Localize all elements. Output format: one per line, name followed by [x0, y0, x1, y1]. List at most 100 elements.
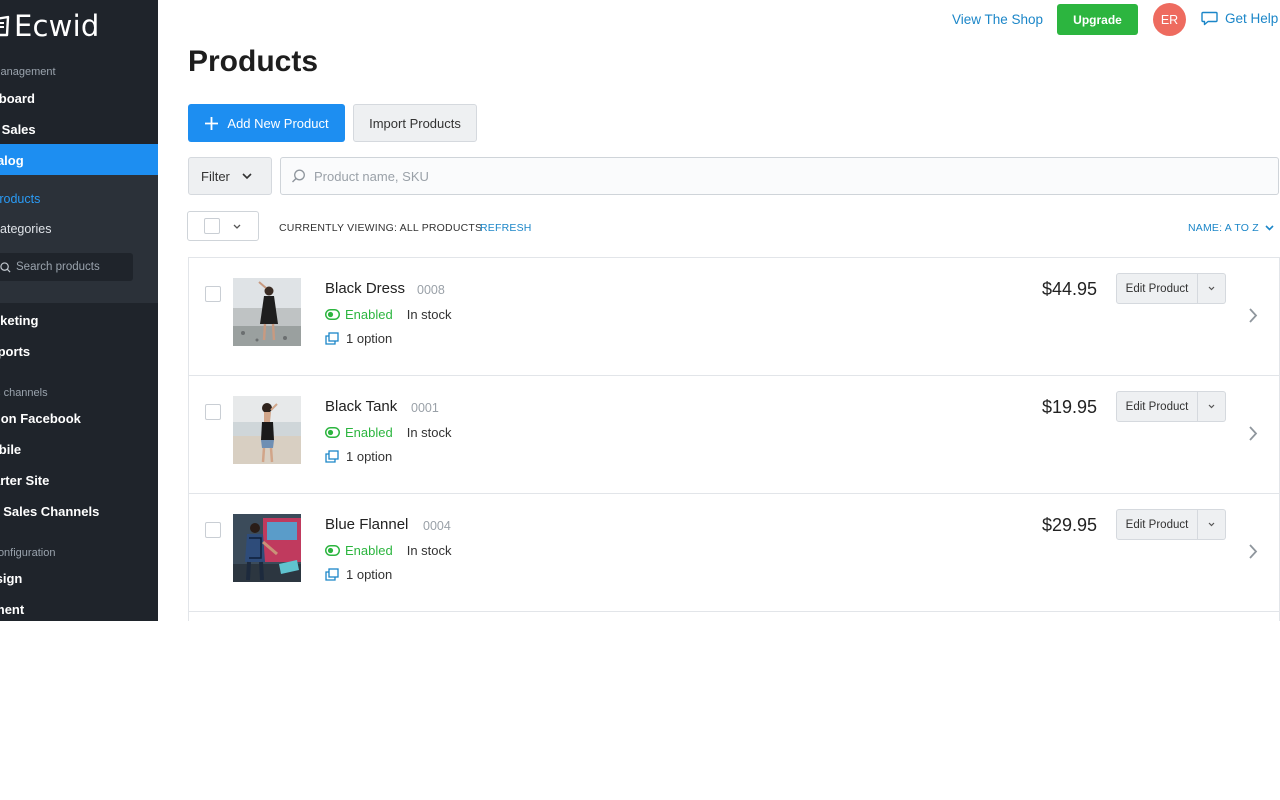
toggle-on-icon[interactable]	[325, 545, 340, 556]
sidebar-item-my-sales[interactable]: My Sales	[0, 122, 36, 137]
product-row[interactable]: Black Dress 0008 Enabled In stock 1 opti…	[189, 258, 1279, 376]
row-checkbox[interactable]	[205, 522, 221, 538]
product-status: Enabled In stock	[325, 307, 452, 322]
edit-product-group: Edit Product	[1116, 509, 1226, 540]
row-checkbox[interactable]	[205, 286, 221, 302]
product-sku: 0004	[423, 519, 451, 533]
edit-product-button[interactable]: Edit Product	[1116, 509, 1198, 540]
product-thumbnail[interactable]	[233, 396, 301, 464]
options-copy-icon	[325, 332, 339, 345]
product-row-partial	[189, 612, 1279, 621]
sidebar-section-sales-channels: Sales channels	[0, 387, 48, 399]
product-options: 1 option	[325, 567, 392, 582]
product-name[interactable]: Black Dress	[325, 280, 405, 297]
edit-product-dropdown[interactable]	[1198, 509, 1226, 540]
avatar[interactable]: ER	[1153, 3, 1186, 36]
product-thumbnail[interactable]	[233, 278, 301, 346]
view-shop-link[interactable]: View The Shop	[952, 12, 1043, 27]
chevron-down-icon	[1208, 522, 1215, 527]
sidebar-subitem-categories[interactable]: Categories	[0, 222, 51, 236]
chevron-right-icon[interactable]	[1248, 307, 1258, 324]
status-enabled: Enabled	[345, 543, 393, 558]
chevron-right-icon[interactable]	[1248, 543, 1258, 560]
edit-product-button[interactable]: Edit Product	[1116, 273, 1198, 304]
sort-label: NAME: A TO Z	[1188, 222, 1259, 234]
select-all-dropdown[interactable]	[187, 211, 259, 241]
plus-icon	[205, 116, 219, 130]
chevron-down-icon	[1265, 225, 1274, 231]
stock-status: In stock	[406, 425, 452, 440]
edit-product-group: Edit Product	[1116, 273, 1226, 304]
product-status: Enabled In stock	[325, 425, 452, 440]
sidebar-search-placeholder: Search products	[16, 261, 100, 273]
toggle-on-icon[interactable]	[325, 309, 340, 320]
sidebar-item-sell-on-facebook[interactable]: Sell on Facebook	[0, 411, 81, 426]
get-help-link[interactable]: Get Help	[1201, 11, 1278, 26]
status-enabled: Enabled	[345, 307, 393, 322]
product-sku: 0001	[411, 401, 439, 415]
product-row[interactable]: Black Tank 0001 Enabled In stock 1 optio…	[189, 376, 1279, 494]
product-list: Black Dress 0008 Enabled In stock 1 opti…	[188, 257, 1280, 621]
brand[interactable]: Ecwid	[0, 9, 99, 43]
edit-product-dropdown[interactable]	[1198, 391, 1226, 422]
options-count: 1 option	[346, 331, 393, 346]
upgrade-button[interactable]: Upgrade	[1057, 4, 1138, 35]
sidebar-item-design[interactable]: Design	[0, 571, 22, 586]
chevron-down-icon	[233, 224, 241, 229]
add-new-product-label: Add New Product	[227, 115, 329, 131]
brand-name: Ecwid	[14, 9, 100, 43]
edit-product-button[interactable]: Edit Product	[1116, 391, 1198, 422]
sidebar-item-all-sales-channels[interactable]: All Sales Channels	[0, 504, 99, 519]
viewing-label: CURRENTLY VIEWING: ALL PRODUCTS	[279, 222, 483, 234]
sidebar-item-starter-site[interactable]: Starter Site	[0, 473, 49, 488]
refresh-link[interactable]: REFRESH	[480, 222, 532, 234]
product-thumbnail[interactable]	[233, 514, 301, 582]
app-window: Ecwid Store management Dashboard My Sale…	[0, 0, 1280, 621]
product-name[interactable]: Blue Flannel	[325, 516, 408, 533]
sidebar-item-catalog[interactable]: Catalog	[0, 153, 24, 168]
product-sku: 0008	[417, 283, 445, 297]
filter-button[interactable]: Filter	[188, 157, 272, 195]
product-price: $29.95	[1041, 515, 1097, 535]
product-row[interactable]: Blue Flannel 0004 Enabled In stock 1 opt…	[189, 494, 1279, 612]
options-copy-icon	[325, 568, 339, 581]
sidebar-subitem-products[interactable]: Products	[0, 192, 40, 206]
product-price: $19.95	[1041, 397, 1097, 417]
product-name[interactable]: Black Tank	[325, 398, 397, 415]
toggle-on-icon[interactable]	[325, 427, 340, 438]
status-enabled: Enabled	[345, 425, 393, 440]
product-search[interactable]	[280, 157, 1279, 195]
stock-status: In stock	[406, 307, 452, 322]
chevron-right-icon[interactable]	[1248, 425, 1258, 442]
select-all-checkbox[interactable]	[204, 218, 220, 234]
sidebar-section-configuration: Configuration	[0, 547, 56, 559]
ecwid-logo-icon	[0, 15, 10, 37]
search-icon	[0, 261, 11, 273]
chevron-down-icon	[1208, 286, 1215, 291]
sidebar: Ecwid Store management Dashboard My Sale…	[0, 0, 158, 621]
chevron-down-icon	[1208, 404, 1215, 409]
get-help-label: Get Help	[1225, 11, 1279, 26]
sidebar-item-marketing[interactable]: Marketing	[0, 313, 38, 328]
product-price: $44.95	[1041, 279, 1097, 299]
sidebar-item-mobile[interactable]: Mobile	[0, 442, 21, 457]
import-products-button[interactable]: Import Products	[353, 104, 477, 142]
sidebar-search[interactable]: Search products	[0, 253, 133, 281]
edit-product-group: Edit Product	[1116, 391, 1226, 422]
options-count: 1 option	[346, 567, 393, 582]
row-checkbox[interactable]	[205, 404, 221, 420]
options-count: 1 option	[346, 449, 393, 464]
sidebar-section-store-management: Store management	[0, 66, 56, 78]
product-search-input[interactable]	[314, 168, 1214, 184]
sort-dropdown[interactable]: NAME: A TO Z	[1188, 222, 1274, 234]
sidebar-item-reports[interactable]: Reports	[0, 344, 30, 359]
sidebar-item-dashboard[interactable]: Dashboard	[0, 91, 35, 106]
sidebar-item-payment[interactable]: Payment	[0, 602, 24, 617]
search-icon	[292, 169, 305, 182]
edit-product-dropdown[interactable]	[1198, 273, 1226, 304]
product-options: 1 option	[325, 449, 392, 464]
stock-status: In stock	[406, 543, 452, 558]
options-copy-icon	[325, 450, 339, 463]
add-new-product-button[interactable]: Add New Product	[188, 104, 345, 142]
product-options: 1 option	[325, 331, 392, 346]
